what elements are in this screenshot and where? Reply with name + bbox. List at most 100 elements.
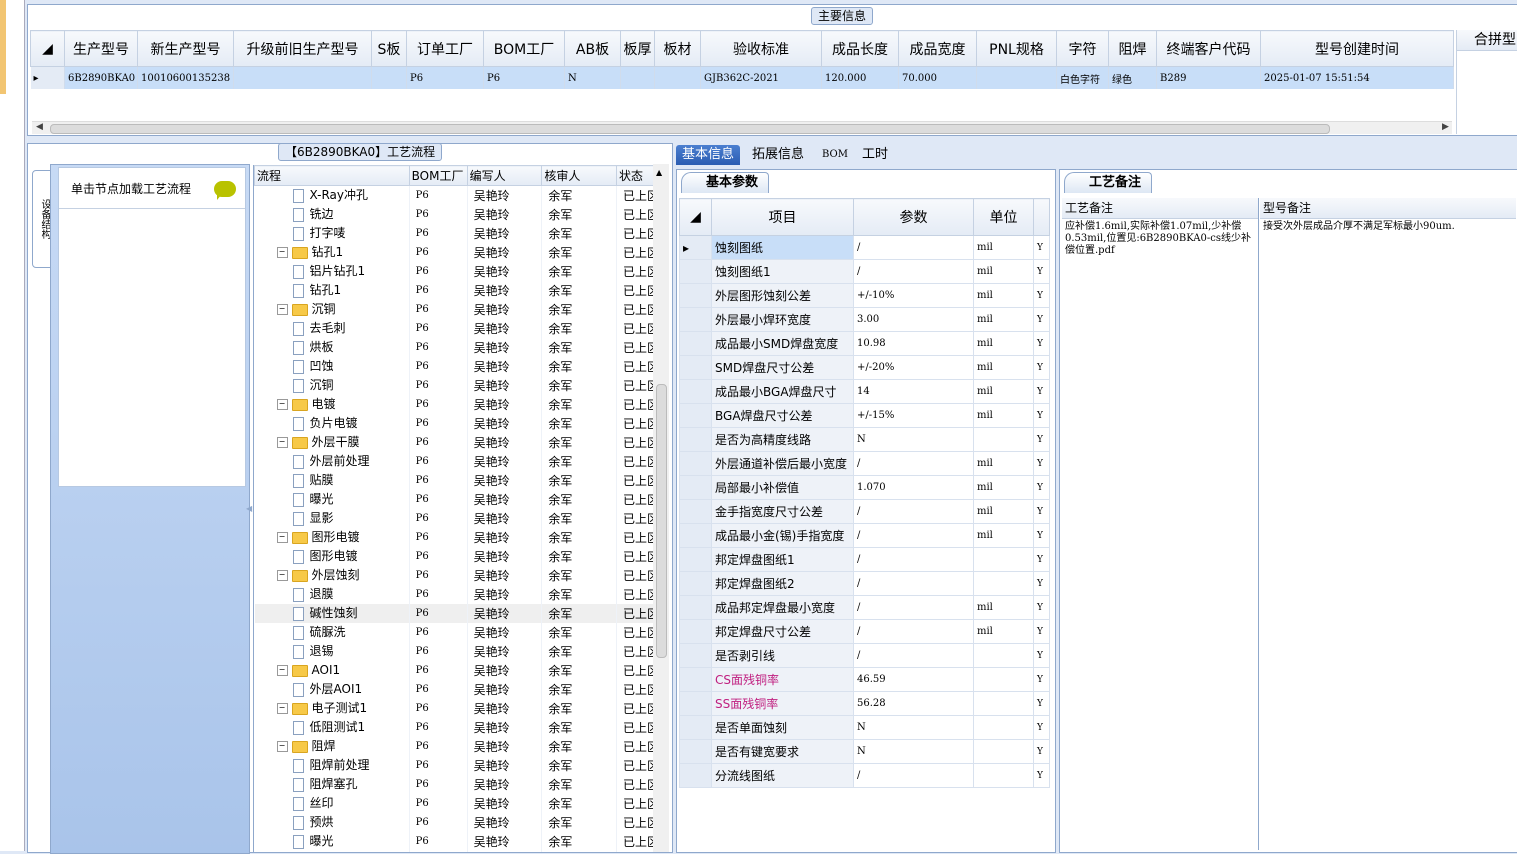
row-indicator[interactable] <box>679 331 712 356</box>
tree-node-cell[interactable]: 显影 <box>254 851 410 852</box>
param-value[interactable]: / <box>853 259 974 284</box>
tree-node-cell[interactable]: 退锡 <box>254 642 410 661</box>
tree-node-cell[interactable]: 硫脲洗 <box>254 623 410 642</box>
row-indicator[interactable] <box>679 715 712 740</box>
param-row[interactable]: 外层图形蚀刻公差 +/-10% mil Y <box>679 283 1050 308</box>
tree-node-cell[interactable]: − 阻焊 <box>254 737 410 756</box>
tree-node-cell[interactable]: 显影 <box>254 509 410 528</box>
row-indicator[interactable] <box>679 283 712 308</box>
param-value[interactable]: / <box>853 523 974 548</box>
column-header[interactable]: 订单工厂 <box>406 30 484 67</box>
tree-row[interactable]: 去毛刺 P6 吴艳玲 余军 已上区 <box>254 319 666 338</box>
param-value[interactable]: / <box>853 235 974 260</box>
tree-node-label[interactable]: 硫脲洗 <box>310 625 346 639</box>
column-header[interactable]: S板 <box>371 30 407 67</box>
tree-row[interactable]: 贴膜 P6 吴艳玲 余军 已上区 <box>254 471 666 490</box>
column-header[interactable]: 核审人 <box>541 165 618 186</box>
param-value[interactable]: N <box>853 715 974 740</box>
grid-cell[interactable]: P6 <box>483 66 565 89</box>
tree-node-cell[interactable]: 退膜 <box>254 585 410 604</box>
param-value[interactable]: N <box>853 739 974 764</box>
tree-node-label[interactable]: 退锡 <box>310 644 334 658</box>
collapse-icon[interactable]: − <box>276 304 288 315</box>
param-value[interactable]: 3.00 <box>853 307 974 332</box>
tree-node-cell[interactable]: 丝印 <box>254 794 410 813</box>
tree-node-label[interactable]: 阻焊前处理 <box>310 758 370 772</box>
row-indicator[interactable] <box>679 499 712 524</box>
param-value[interactable]: 10.98 <box>853 331 974 356</box>
param-row[interactable]: 邦定焊盘尺寸公差 / mil Y <box>679 619 1050 644</box>
tree-node-cell[interactable]: − AOI1 <box>254 661 410 680</box>
grid-cell[interactable]: 120.000 <box>821 66 899 89</box>
column-header[interactable]: 字符 <box>1056 30 1109 67</box>
tree-node-label[interactable]: 打字唛 <box>310 226 346 240</box>
param-row[interactable]: 成品最小SMD焊盘宽度 10.98 mil Y <box>679 331 1050 356</box>
tree-node-label[interactable]: 外层干膜 <box>312 435 360 449</box>
collapse-icon[interactable]: − <box>276 532 288 543</box>
tree-node-cell[interactable]: 铝片钻孔1 <box>254 262 410 281</box>
grid-cell[interactable] <box>371 66 407 89</box>
column-header[interactable]: 新生产型号 <box>137 30 234 67</box>
param-row[interactable]: SMD焊盘尺寸公差 +/-20% mil Y <box>679 355 1050 380</box>
grid-cell[interactable]: 2025-01-07 15:51:54 <box>1260 66 1454 89</box>
tree-node-cell[interactable]: 钻孔1 <box>254 281 410 300</box>
tree-row[interactable]: 沉铜 P6 吴艳玲 余军 已上区 <box>254 376 666 395</box>
column-header[interactable]: 板厚 <box>620 30 655 67</box>
row-indicator[interactable]: ▸ <box>30 66 65 89</box>
tree-row[interactable]: 烘板 P6 吴艳玲 余军 已上区 <box>254 338 666 357</box>
column-header[interactable]: PNL规格 <box>976 30 1057 67</box>
param-row[interactable]: 成品邦定焊盘最小宽度 / mil Y <box>679 595 1050 620</box>
column-header[interactable]: 终端客户代码 <box>1156 30 1261 67</box>
tree-node-label[interactable]: 阻焊塞孔 <box>310 777 358 791</box>
tree-node-label[interactable]: 凹蚀 <box>310 359 334 373</box>
row-indicator[interactable] <box>679 571 712 596</box>
row-indicator[interactable] <box>679 379 712 404</box>
param-value[interactable]: / <box>853 763 974 788</box>
collapse-icon[interactable]: − <box>276 247 288 258</box>
column-header[interactable]: 板材 <box>654 30 701 67</box>
param-value[interactable]: +/-20% <box>853 355 974 380</box>
column-header[interactable]: 成品宽度 <box>898 30 977 67</box>
row-indicator[interactable] <box>679 307 712 332</box>
tree-node-label[interactable]: 负片电镀 <box>310 416 358 430</box>
tree-node-label[interactable]: 电子测试1 <box>312 701 368 715</box>
grid-cell[interactable]: 绿色 <box>1108 66 1157 89</box>
grid-cell[interactable] <box>976 66 1057 89</box>
tree-row[interactable]: − 阻焊 P6 吴艳玲 余军 已上区 <box>254 737 666 756</box>
tree-row[interactable]: 外层前处理 P6 吴艳玲 余军 已上区 <box>254 452 666 471</box>
row-indicator[interactable] <box>679 427 712 452</box>
column-header[interactable]: BOM工厂 <box>483 30 565 67</box>
splitter-handle[interactable]: ◀ <box>246 504 252 534</box>
column-header[interactable]: 升级前旧生产型号 <box>233 30 372 67</box>
tree-node-label[interactable]: 外层前处理 <box>310 454 370 468</box>
tree-row[interactable]: 负片电镀 P6 吴艳玲 余军 已上区 <box>254 414 666 433</box>
param-row[interactable]: 成品最小金(锡)手指宽度 / mil Y <box>679 523 1050 548</box>
tree-row[interactable]: 外层AOI1 P6 吴艳玲 余军 已上区 <box>254 680 666 699</box>
column-header[interactable]: 单位 <box>973 198 1034 236</box>
tree-row[interactable]: 显影P6吴艳玲余军已上区 <box>254 509 666 528</box>
grid-cell[interactable]: B289 <box>1156 66 1261 89</box>
param-row[interactable]: ▸ 蚀刻图纸 / mil Y <box>679 235 1050 260</box>
tree-node-cell[interactable]: X-Ray冲孔 <box>254 185 410 205</box>
tree-node-cell[interactable]: 碱性蚀刻 <box>254 604 410 623</box>
tree-node-cell[interactable]: 打字唛 <box>254 224 410 243</box>
collapse-icon[interactable]: − <box>276 399 288 410</box>
param-row[interactable]: 成品最小BGA焊盘尺寸 14 mil Y <box>679 379 1050 404</box>
param-value[interactable]: 46.59 <box>853 667 974 692</box>
scroll-up-icon[interactable]: ▲ <box>656 168 662 177</box>
tree-node-label[interactable]: 曝光 <box>310 492 334 506</box>
tree-node-label[interactable]: 贴膜 <box>310 473 334 487</box>
param-row[interactable]: 是否有键宽要求 N Y <box>679 739 1050 764</box>
vertical-scrollbar[interactable]: ▲ <box>653 164 669 852</box>
tree-node-label[interactable]: 图形电镀 <box>312 530 360 544</box>
process-notes-tab[interactable]: 工艺备注 <box>1064 172 1153 193</box>
tree-node-label[interactable]: 铝片钻孔1 <box>310 264 366 278</box>
tree-node-cell[interactable]: 预烘 <box>254 813 410 832</box>
tree-node-cell[interactable]: 阻焊塞孔 <box>254 775 410 794</box>
column-header[interactable]: 验收标准 <box>700 30 822 67</box>
tree-node-cell[interactable]: 贴膜 <box>254 471 410 490</box>
grid-cell[interactable]: GJB362C-2021 <box>700 66 822 89</box>
row-indicator[interactable] <box>679 259 712 284</box>
param-row[interactable]: 金手指宽度尺寸公差 / mil Y <box>679 499 1050 524</box>
process-note-text[interactable]: 应补偿1.6mil,实际补偿1.07mil,少补偿0.53mil,位置见:6B2… <box>1062 219 1258 259</box>
